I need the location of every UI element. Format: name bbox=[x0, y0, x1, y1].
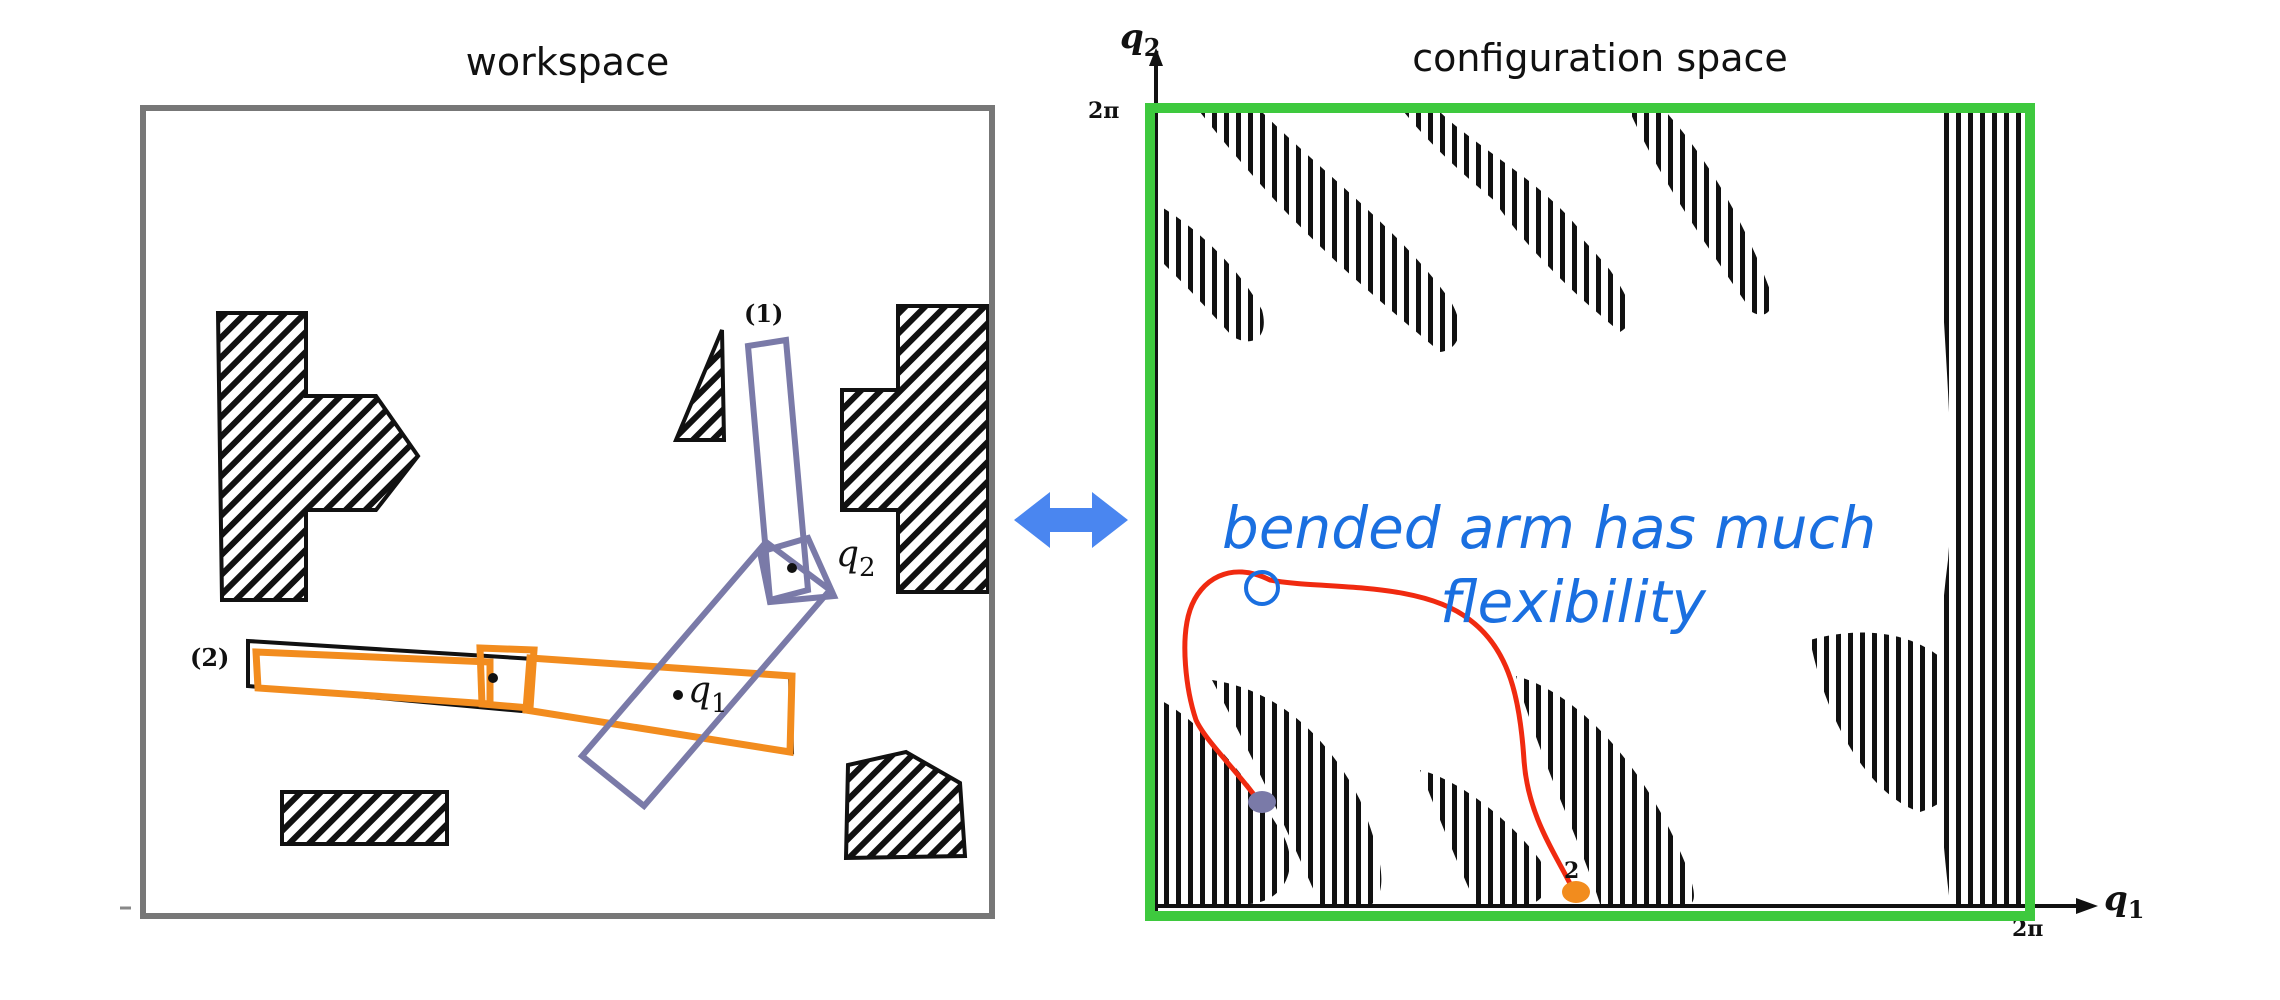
config-2-marker bbox=[1562, 881, 1590, 903]
joint-dot-config-2 bbox=[488, 673, 498, 683]
workspace-panel: (1) (2) q2 q1 bbox=[120, 105, 995, 919]
joint-dot-q2 bbox=[787, 563, 797, 573]
configuration-space-panel: q2 q1 2π 2π 2 bended arm has much flexib… bbox=[1088, 17, 2144, 942]
c-obstacle-left-upper bbox=[1160, 206, 1264, 342]
joint-dot-q1 bbox=[673, 690, 683, 700]
obstacle-small-triangle bbox=[672, 329, 727, 442]
config-1-label: (1) bbox=[744, 299, 783, 328]
q2-axis-label: q2 bbox=[1120, 17, 1160, 62]
q1-axis-arrowhead bbox=[2076, 898, 2098, 914]
c-obstacle-top-3 bbox=[1446, 120, 1631, 332]
c-obstacle-right-band bbox=[1938, 112, 2032, 904]
diagram-canvas: (1) (2) q2 q1 q2 q1 2π 2π 2 bended arm h… bbox=[120, 17, 2144, 942]
obstacle-t-shape bbox=[215, 311, 421, 602]
obstacle-pentagon bbox=[843, 749, 968, 861]
annotation-line-2: flexibility bbox=[1440, 568, 1706, 636]
q1-label: q1 bbox=[688, 670, 728, 719]
c-obstacle-top-4 bbox=[1630, 112, 1772, 315]
config-2-link-1 bbox=[252, 648, 494, 708]
config-1-link-2 bbox=[744, 336, 812, 604]
obstacle-bottom-bar bbox=[280, 790, 449, 846]
annotation-line-1: bended arm has much bbox=[1222, 494, 1876, 562]
q1-axis-label: q1 bbox=[2104, 879, 2144, 924]
config-2-link-2 bbox=[522, 654, 796, 757]
config-2-label: (2) bbox=[190, 643, 229, 672]
config-2-point-label: 2 bbox=[1564, 858, 1579, 884]
q2-label: q2 bbox=[836, 534, 876, 583]
config-1-marker bbox=[1248, 791, 1276, 813]
correspondence-arrow bbox=[1014, 492, 1128, 548]
obstacle-right-block bbox=[840, 304, 990, 594]
two-pi-top-label: 2π bbox=[1088, 98, 1119, 124]
